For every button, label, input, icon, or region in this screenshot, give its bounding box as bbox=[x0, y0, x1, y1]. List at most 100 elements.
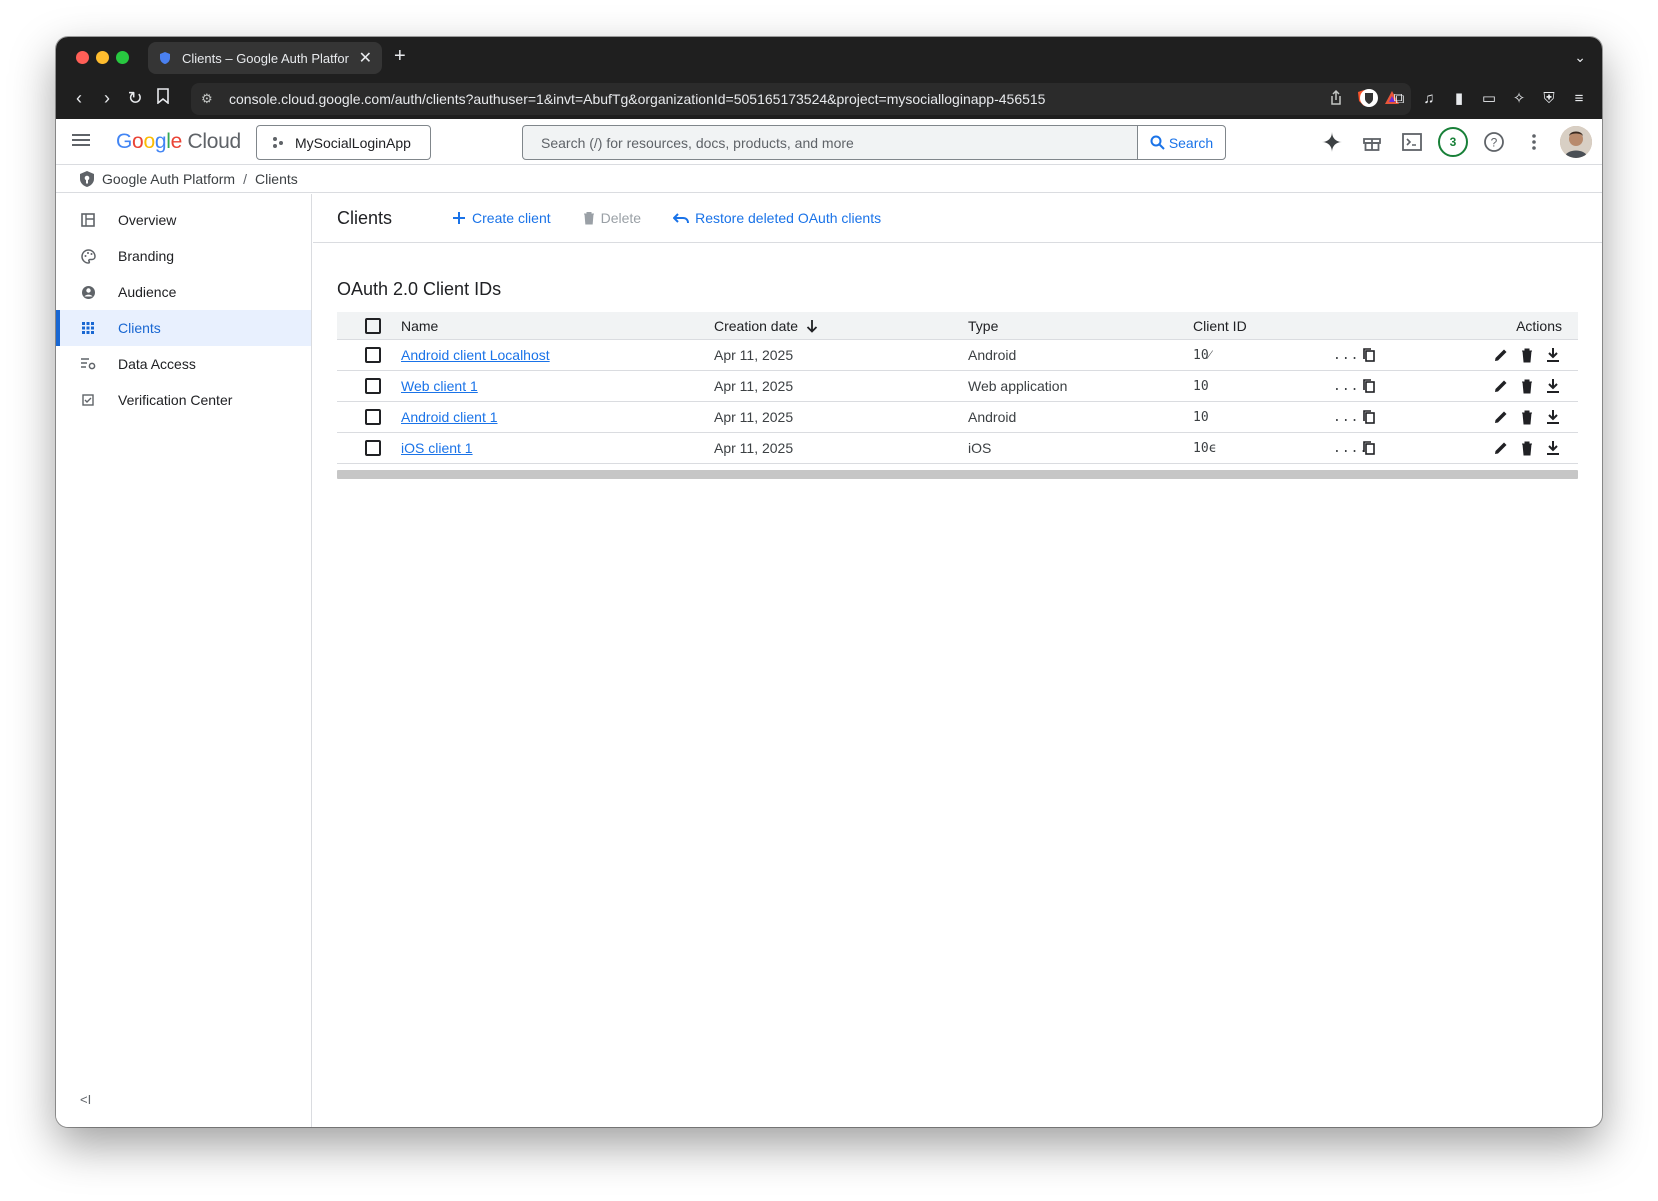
close-tab-icon[interactable]: ✕ bbox=[359, 48, 372, 68]
zoom-window-button[interactable] bbox=[116, 51, 129, 64]
google-cloud-logo[interactable]: Google Cloud bbox=[116, 130, 241, 154]
forward-icon[interactable]: › bbox=[96, 88, 118, 109]
sidebar-item-audience[interactable]: Audience bbox=[56, 274, 311, 310]
delete-button[interactable]: Delete bbox=[583, 210, 641, 226]
minimize-window-button[interactable] bbox=[96, 51, 109, 64]
arrow-down-icon bbox=[806, 319, 818, 333]
share-icon[interactable] bbox=[1327, 89, 1345, 107]
browser-tab[interactable]: Clients – Google Auth Platfor ✕ bbox=[148, 42, 382, 74]
search-button[interactable]: Search bbox=[1137, 126, 1225, 159]
client-type: iOS bbox=[968, 440, 992, 456]
back-icon[interactable]: ‹ bbox=[68, 88, 90, 109]
page-title: Clients bbox=[337, 207, 393, 228]
table-row: Android client 1 Apr 11, 2025 Android 10… bbox=[337, 402, 1578, 433]
collapse-sidebar-button[interactable]: <I bbox=[80, 1092, 91, 1107]
copy-icon[interactable] bbox=[1361, 347, 1377, 363]
client-name-link[interactable]: Android client 1 bbox=[401, 409, 498, 425]
browser-window: Clients – Google Auth Platfor ✕ + ⌄ ‹ › … bbox=[56, 37, 1602, 1127]
table-row: Android client Localhost Apr 11, 2025 An… bbox=[337, 340, 1578, 371]
chevron-down-icon[interactable]: ⌄ bbox=[1574, 49, 1586, 66]
auth-platform-shield-icon bbox=[80, 170, 94, 187]
url-field[interactable]: ⚙ console.cloud.google.com/auth/clients?… bbox=[191, 83, 1411, 115]
client-id-prefix: 10ϵ bbox=[1193, 440, 1217, 456]
add-icon bbox=[453, 212, 466, 224]
column-header-name[interactable]: Name bbox=[401, 318, 714, 334]
download-icon[interactable] bbox=[1544, 439, 1562, 457]
section-title: OAuth 2.0 Client IDs bbox=[337, 279, 502, 299]
breadcrumb-root[interactable]: Google Auth Platform bbox=[102, 171, 235, 187]
copy-icon[interactable] bbox=[1361, 378, 1377, 394]
restore-clients-button[interactable]: Restore deleted OAuth clients bbox=[673, 210, 881, 226]
column-header-client-id[interactable]: Client ID bbox=[1193, 318, 1419, 334]
palette-icon bbox=[80, 248, 96, 264]
delete-icon[interactable] bbox=[1518, 408, 1536, 426]
client-name-link[interactable]: iOS client 1 bbox=[401, 440, 473, 456]
header-actions: 3 ? bbox=[1318, 126, 1592, 158]
tab-title: Clients – Google Auth Platfor bbox=[182, 50, 349, 66]
delete-icon[interactable] bbox=[1518, 346, 1536, 364]
edit-icon[interactable] bbox=[1492, 439, 1510, 457]
horizontal-scrollbar[interactable] bbox=[337, 470, 1578, 479]
client-id-ellipsis: ... bbox=[1333, 378, 1360, 394]
download-icon[interactable] bbox=[1544, 377, 1562, 395]
sidebar-item-data-access[interactable]: Data Access bbox=[56, 346, 311, 382]
bitwarden-icon[interactable] bbox=[1358, 87, 1380, 109]
sidebar-item-clients[interactable]: Clients bbox=[56, 310, 311, 346]
menu-icon[interactable]: ≡ bbox=[1568, 87, 1590, 109]
more-vert-icon[interactable] bbox=[1520, 128, 1548, 156]
leo-ai-icon[interactable]: ✧ bbox=[1508, 87, 1530, 109]
client-name-link[interactable]: Android client Localhost bbox=[401, 347, 550, 363]
help-icon[interactable]: ? bbox=[1480, 128, 1508, 156]
download-icon[interactable] bbox=[1544, 346, 1562, 364]
row-checkbox[interactable] bbox=[365, 440, 381, 456]
reload-icon[interactable]: ↻ bbox=[124, 88, 146, 109]
project-picker-button[interactable]: MySocialLoginApp bbox=[256, 125, 431, 160]
cloud-shell-icon[interactable] bbox=[1398, 128, 1426, 156]
hamburger-menu-icon[interactable] bbox=[72, 131, 92, 151]
select-all-checkbox[interactable] bbox=[365, 317, 381, 334]
dashboard-icon bbox=[80, 212, 96, 228]
client-name-link[interactable]: Web client 1 bbox=[401, 378, 478, 394]
delete-icon[interactable] bbox=[1518, 439, 1536, 457]
sidebar-icon[interactable]: ▮ bbox=[1448, 87, 1470, 109]
delete-icon[interactable] bbox=[1518, 377, 1536, 395]
undo-icon bbox=[673, 213, 690, 224]
site-settings-icon[interactable]: ⚙ bbox=[201, 91, 221, 107]
sidebar-item-verification-center[interactable]: Verification Center bbox=[56, 382, 311, 418]
column-header-date[interactable]: Creation date bbox=[714, 318, 968, 334]
project-icon bbox=[273, 136, 283, 148]
vpn-icon[interactable]: ⛨ bbox=[1538, 87, 1560, 109]
wallet-icon[interactable]: ▭ bbox=[1478, 87, 1500, 109]
avatar[interactable] bbox=[1560, 126, 1592, 158]
edit-icon[interactable] bbox=[1492, 408, 1510, 426]
close-window-button[interactable] bbox=[76, 51, 89, 64]
row-checkbox[interactable] bbox=[365, 409, 381, 425]
create-client-button[interactable]: Create client bbox=[452, 210, 551, 226]
column-header-type[interactable]: Type bbox=[968, 318, 1193, 334]
address-bar: ‹ › ↻ ⚙ console.cloud.google.com/auth/cl… bbox=[56, 79, 1602, 119]
edit-icon[interactable] bbox=[1492, 346, 1510, 364]
gemini-sparkle-icon[interactable] bbox=[1318, 128, 1346, 156]
notifications-badge[interactable]: 3 bbox=[1438, 127, 1468, 157]
breadcrumb-current: Clients bbox=[254, 170, 298, 187]
sidebar: Overview Branding Audience Clients Data … bbox=[56, 194, 312, 1127]
copy-icon[interactable] bbox=[1361, 440, 1377, 456]
extensions-icon[interactable]: ⧉ bbox=[1388, 87, 1410, 109]
row-checkbox[interactable] bbox=[365, 347, 381, 363]
row-checkbox[interactable] bbox=[365, 378, 381, 394]
grid-icon bbox=[80, 320, 96, 336]
copy-icon[interactable] bbox=[1361, 409, 1377, 425]
creation-date: Apr 11, 2025 bbox=[714, 378, 794, 394]
search-input[interactable] bbox=[523, 134, 1137, 151]
breadcrumb-separator: / bbox=[243, 170, 247, 187]
bookmark-icon[interactable] bbox=[152, 88, 174, 109]
client-id-ellipsis: ... bbox=[1333, 347, 1360, 363]
sidebar-item-overview[interactable]: Overview bbox=[56, 202, 311, 238]
music-icon[interactable]: ♫ bbox=[1418, 87, 1440, 109]
gift-icon[interactable] bbox=[1358, 128, 1386, 156]
edit-icon[interactable] bbox=[1492, 377, 1510, 395]
console-header: Google Cloud MySocialLoginApp Search 3 ? bbox=[56, 119, 1602, 165]
new-tab-button[interactable]: + bbox=[394, 45, 406, 68]
download-icon[interactable] bbox=[1544, 408, 1562, 426]
sidebar-item-branding[interactable]: Branding bbox=[56, 238, 311, 274]
